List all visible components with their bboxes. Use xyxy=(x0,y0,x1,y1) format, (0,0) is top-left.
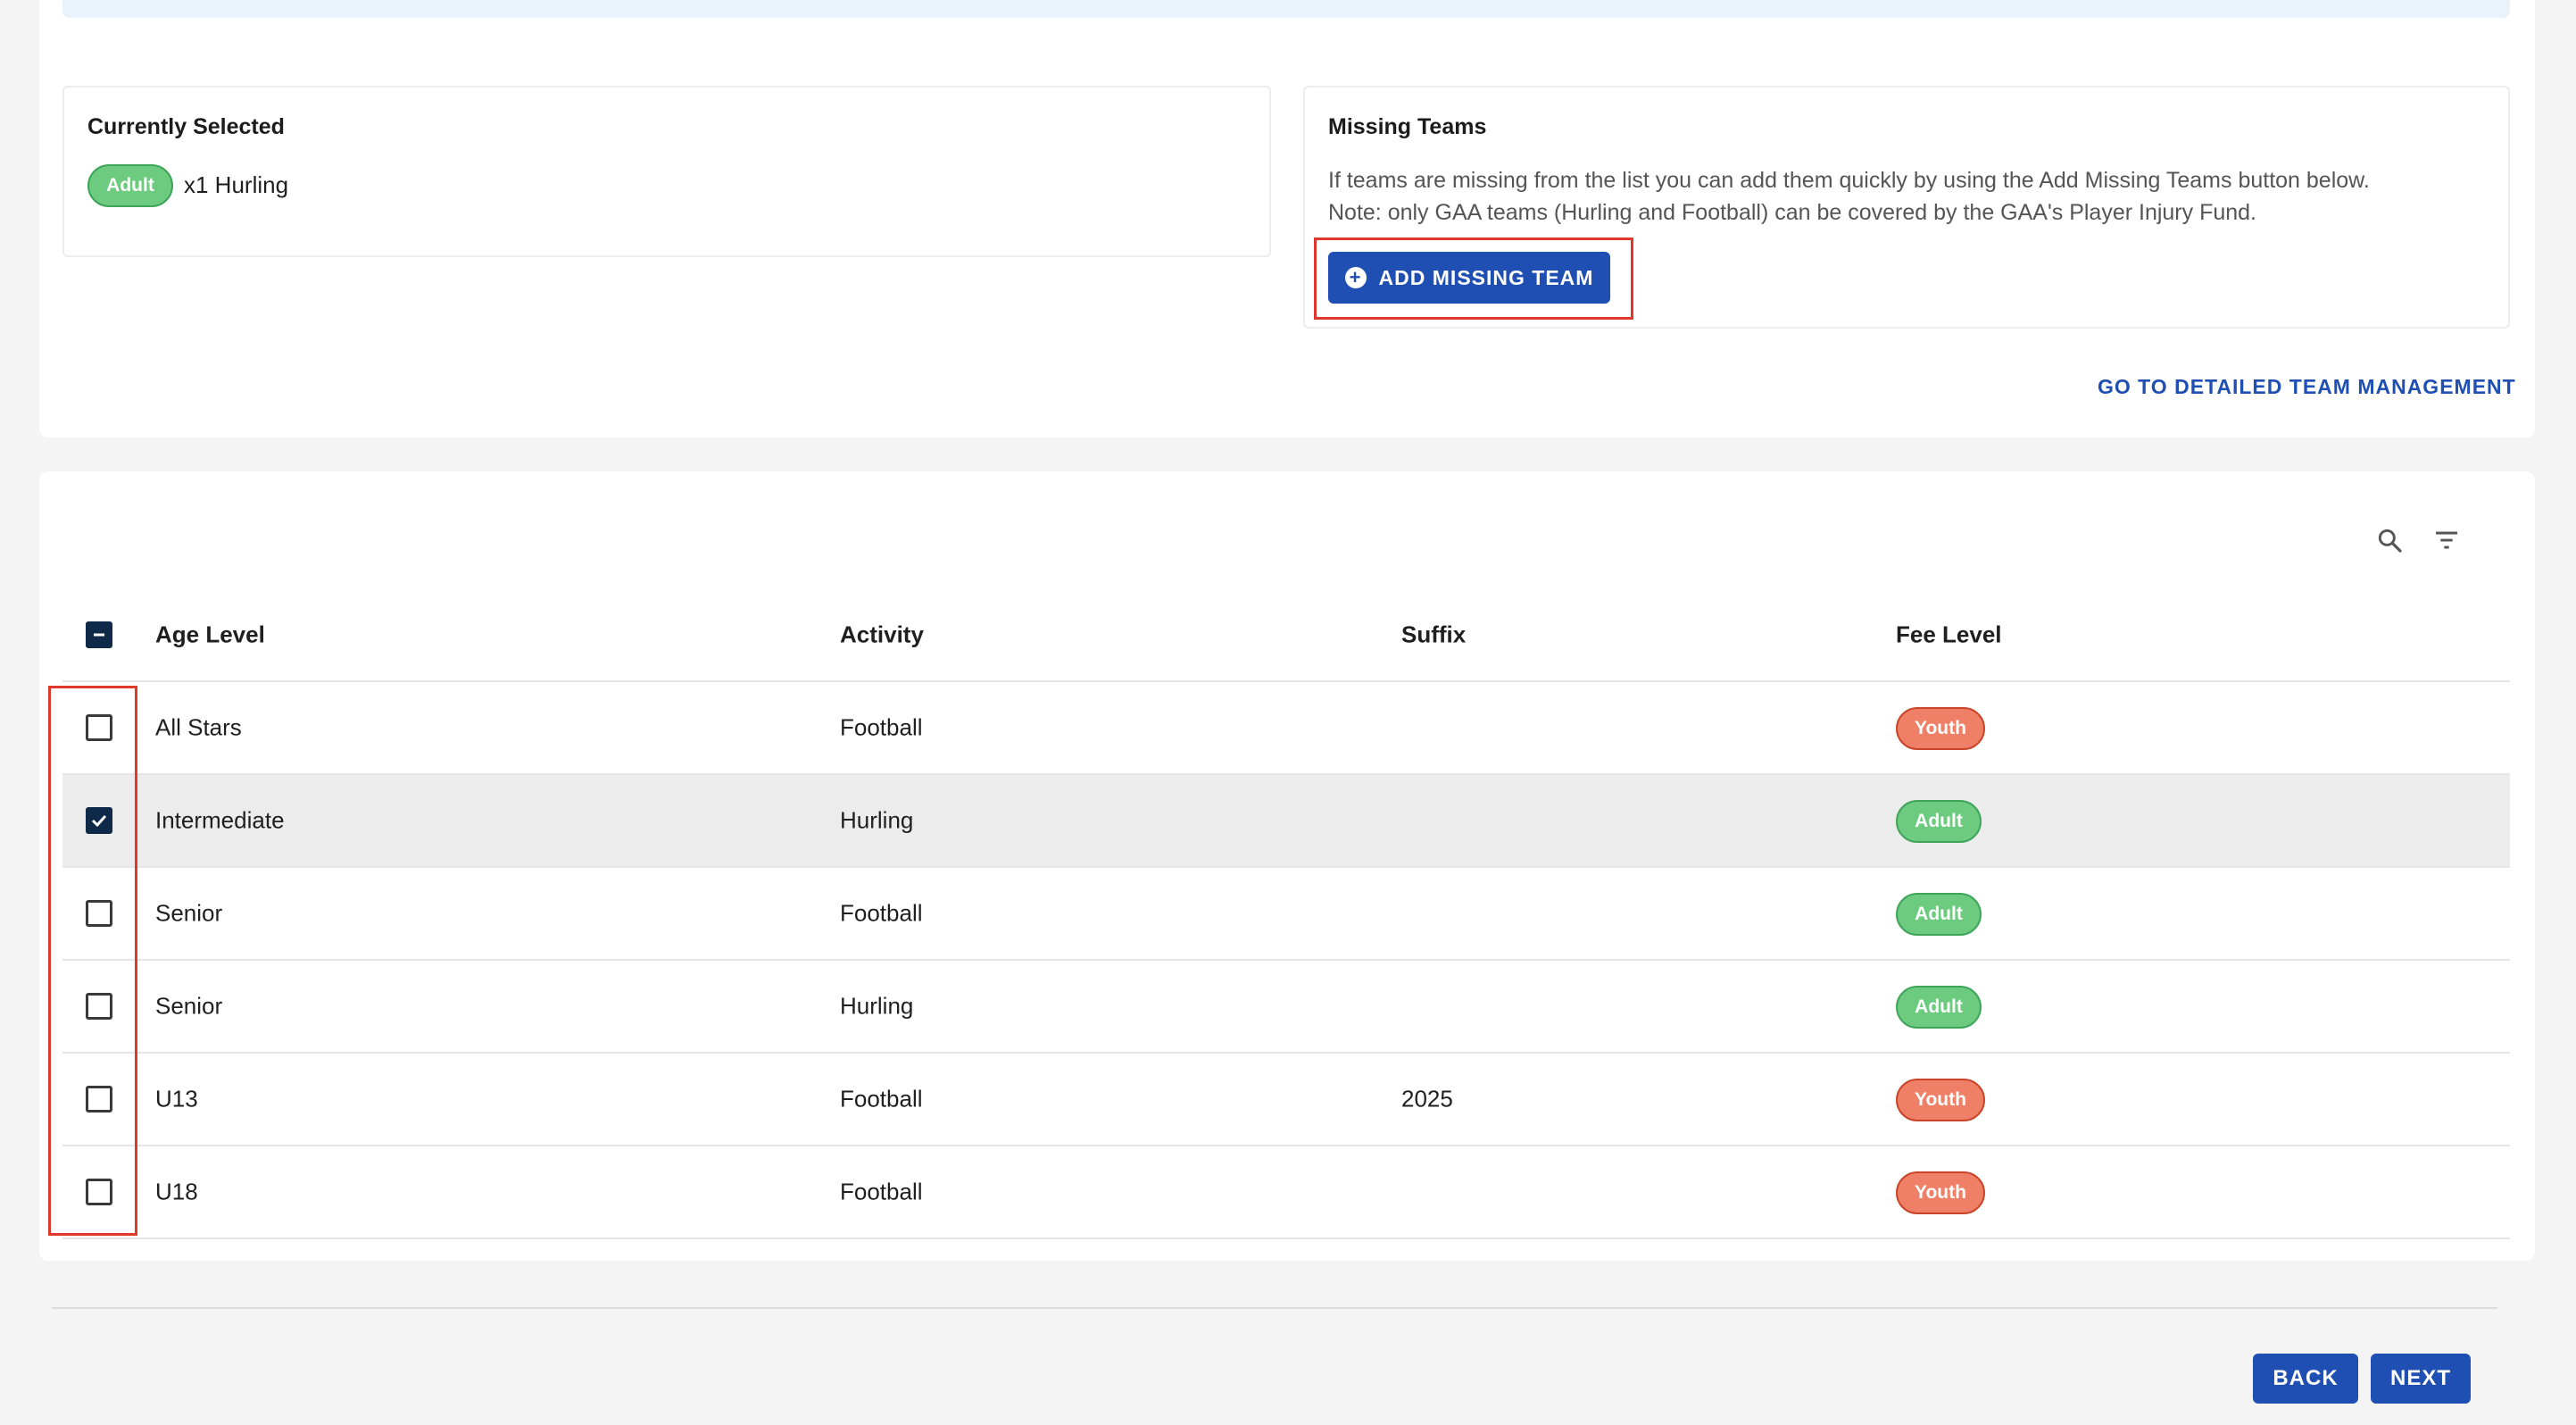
info-strip xyxy=(62,0,2510,18)
row-checkbox[interactable] xyxy=(86,900,112,927)
filter-icon[interactable] xyxy=(2430,523,2464,557)
row-checkbox[interactable] xyxy=(86,807,112,834)
selected-summary: x1 Hurling xyxy=(184,171,289,198)
table-row[interactable]: U13 Football 2025 Youth xyxy=(62,1054,2510,1146)
cell-activity: Football xyxy=(840,1085,923,1112)
header-fee-level[interactable]: Fee Level xyxy=(1896,621,2002,649)
row-checkbox[interactable] xyxy=(86,1086,112,1112)
cell-activity: Football xyxy=(840,713,923,741)
missing-teams-note: Note: only GAA teams (Hurling and Footba… xyxy=(1328,200,2257,225)
selected-fee-badge: Adult xyxy=(87,164,173,207)
header-age-level[interactable]: Age Level xyxy=(155,621,265,649)
cell-activity: Football xyxy=(840,899,923,927)
fee-badge: Adult xyxy=(1896,893,1982,936)
add-circle-icon: + xyxy=(1344,267,1367,288)
footer-divider xyxy=(52,1307,2497,1309)
check-icon xyxy=(91,814,107,828)
fee-badge: Youth xyxy=(1896,1079,1985,1121)
add-missing-team-button[interactable]: + ADD MISSING TEAM xyxy=(1328,252,1610,304)
cell-activity: Football xyxy=(840,1178,923,1205)
cell-activity: Hurling xyxy=(840,992,914,1020)
cell-suffix: 2025 xyxy=(1401,1085,1453,1112)
missing-teams-description: If teams are missing from the list you c… xyxy=(1328,168,2370,193)
header-activity[interactable]: Activity xyxy=(840,621,924,649)
missing-teams-title: Missing Teams xyxy=(1328,114,1487,139)
cell-age-level: Senior xyxy=(155,899,223,927)
table-row[interactable]: Senior Football Adult xyxy=(62,868,2510,961)
add-missing-team-label: ADD MISSING TEAM xyxy=(1378,265,1594,289)
fee-badge: Adult xyxy=(1896,986,1982,1029)
cell-age-level: Intermediate xyxy=(155,806,285,834)
table-row[interactable]: All Stars Football Youth xyxy=(62,682,2510,775)
cell-age-level: U18 xyxy=(155,1178,198,1205)
search-icon[interactable] xyxy=(2372,523,2406,557)
detailed-team-management-link[interactable]: GO TO DETAILED TEAM MANAGEMENT xyxy=(2098,375,2516,399)
cell-age-level: U13 xyxy=(155,1085,198,1112)
currently-selected-title: Currently Selected xyxy=(87,114,285,139)
select-all-checkbox[interactable] xyxy=(86,621,112,648)
row-checkbox[interactable] xyxy=(86,714,112,741)
header-suffix[interactable]: Suffix xyxy=(1401,621,1466,649)
fee-badge: Youth xyxy=(1896,707,1985,750)
table-row[interactable]: Senior Hurling Adult xyxy=(62,961,2510,1054)
currently-selected-card: Currently Selected Adult x1 Hurling xyxy=(62,86,1271,257)
fee-badge: Youth xyxy=(1896,1171,1985,1214)
row-checkbox[interactable] xyxy=(86,1179,112,1205)
next-button[interactable]: NEXT xyxy=(2371,1354,2471,1404)
row-checkbox[interactable] xyxy=(86,993,112,1020)
cell-age-level: Senior xyxy=(155,992,223,1020)
back-button[interactable]: BACK xyxy=(2253,1354,2358,1404)
cell-age-level: All Stars xyxy=(155,713,242,741)
table-row[interactable]: U18 Football Youth xyxy=(62,1146,2510,1239)
fee-badge: Adult xyxy=(1896,800,1982,843)
table-header-row: Age Level Activity Suffix Fee Level xyxy=(62,589,2510,682)
cell-activity: Hurling xyxy=(840,806,914,834)
table-row[interactable]: Intermediate Hurling Adult xyxy=(62,775,2510,868)
